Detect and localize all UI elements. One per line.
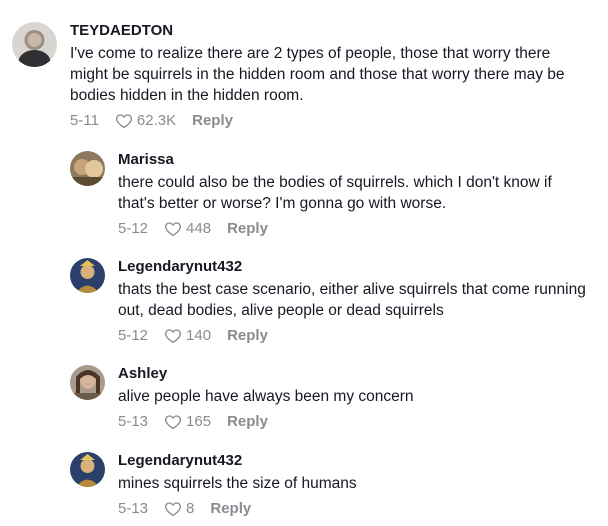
- comment-body: Ashley alive people have always been my …: [118, 365, 592, 432]
- avatar[interactable]: [70, 151, 105, 186]
- reply-button[interactable]: Reply: [227, 326, 268, 346]
- comment-username[interactable]: Ashley: [118, 365, 592, 383]
- comment-body: TEYDAEDTON I've come to realize there ar…: [70, 22, 592, 131]
- like-count: 448: [186, 220, 212, 237]
- comment-username[interactable]: Legendarynut432: [118, 258, 592, 276]
- heart-icon: [165, 329, 182, 344]
- comment-date: 5-12: [118, 327, 149, 344]
- comment-date: 5-12: [118, 220, 149, 237]
- like-count: 140: [186, 327, 212, 344]
- like-count: 8: [186, 500, 195, 517]
- avatar[interactable]: [12, 22, 57, 67]
- comment-date: 5-13: [118, 500, 149, 517]
- comment-body: Marissa there could also be the bodies o…: [118, 151, 592, 239]
- like-button[interactable]: 448: [164, 219, 211, 239]
- comment-username[interactable]: TEYDAEDTON: [70, 22, 592, 40]
- comment-meta: 5-13 8 Reply: [118, 499, 592, 519]
- comment-body: Legendarynut432 thats the best case scen…: [118, 258, 592, 346]
- comment-text: mines squirrels the size of humans: [118, 475, 357, 492]
- comment-text: I've come to realize there are 2 types o…: [70, 45, 565, 104]
- reply-button[interactable]: Reply: [210, 499, 251, 519]
- heart-icon: [115, 114, 132, 129]
- avatar[interactable]: [70, 258, 105, 293]
- like-count: 62.3K: [136, 112, 177, 129]
- comment-meta: 5-13 165 Reply: [118, 412, 592, 432]
- comment-username[interactable]: Marissa: [118, 151, 592, 169]
- reply-button[interactable]: Reply: [227, 219, 268, 239]
- like-button[interactable]: 62.3K: [115, 111, 176, 131]
- like-count: 165: [186, 413, 212, 430]
- comment-username[interactable]: Legendarynut432: [118, 452, 592, 470]
- comment-text: there could also be the bodies of squirr…: [118, 174, 552, 212]
- comment-text: alive people have always been my concern: [118, 388, 414, 405]
- comment-meta: 5-12 448 Reply: [118, 219, 592, 239]
- comment-date: 5-13: [118, 413, 149, 430]
- comment-text: thats the best case scenario, either ali…: [118, 281, 586, 319]
- reply-button[interactable]: Reply: [227, 412, 268, 432]
- like-button[interactable]: 165: [164, 412, 211, 432]
- comment-date: 5-11: [70, 112, 99, 129]
- heart-icon: [165, 415, 182, 430]
- heart-icon: [165, 222, 182, 237]
- heart-icon: [165, 502, 182, 517]
- comment-meta: 5-11 62.3K Reply: [70, 111, 592, 131]
- avatar[interactable]: [70, 452, 105, 487]
- comment-meta: 5-12 140 Reply: [118, 326, 592, 346]
- reply-button[interactable]: Reply: [192, 111, 233, 131]
- like-button[interactable]: 8: [164, 499, 194, 519]
- avatar[interactable]: [70, 365, 105, 400]
- like-button[interactable]: 140: [164, 326, 211, 346]
- comment-body: Legendarynut432 mines squirrels the size…: [118, 452, 592, 519]
